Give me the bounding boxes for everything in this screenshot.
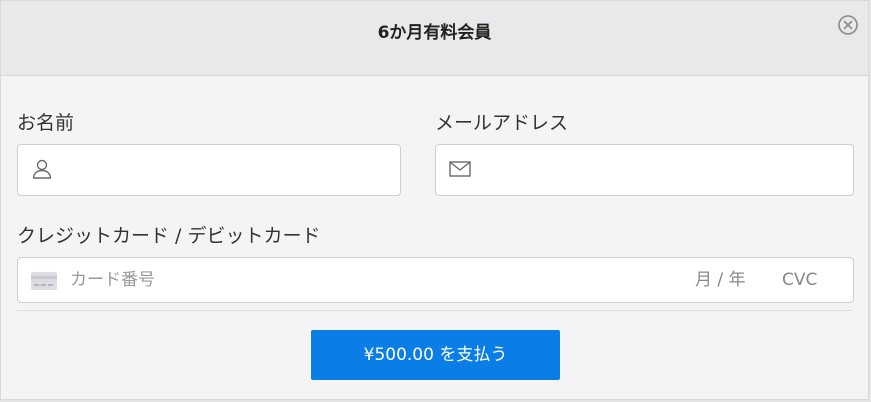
card-field[interactable]: カード番号 月 / 年 CVC [17,257,854,303]
modal-header: 6か月有料会員 [1,1,868,76]
credit-card-icon [31,272,57,290]
pay-button[interactable]: ¥500.00 を支払う [311,330,560,380]
divider [17,310,852,311]
email-label: メールアドレス [435,112,569,134]
card-expiry-input[interactable]: 月 / 年 [695,268,746,292]
user-icon [32,159,52,179]
name-field[interactable] [17,144,401,196]
name-input[interactable] [66,151,390,189]
email-input[interactable] [484,151,843,189]
payment-modal: 6か月有料会員 お名前 メールアドレス クレジットカード / デビットカード カ… [0,0,869,400]
close-circle-icon[interactable] [837,14,859,36]
envelope-icon [449,161,471,177]
card-cvc-input[interactable]: CVC [782,268,817,292]
email-field[interactable] [435,144,854,196]
card-number-input[interactable]: カード番号 [70,268,155,292]
name-label: お名前 [17,112,75,134]
modal-title: 6か月有料会員 [377,23,492,43]
card-label: クレジットカード / デビットカード [17,225,321,247]
